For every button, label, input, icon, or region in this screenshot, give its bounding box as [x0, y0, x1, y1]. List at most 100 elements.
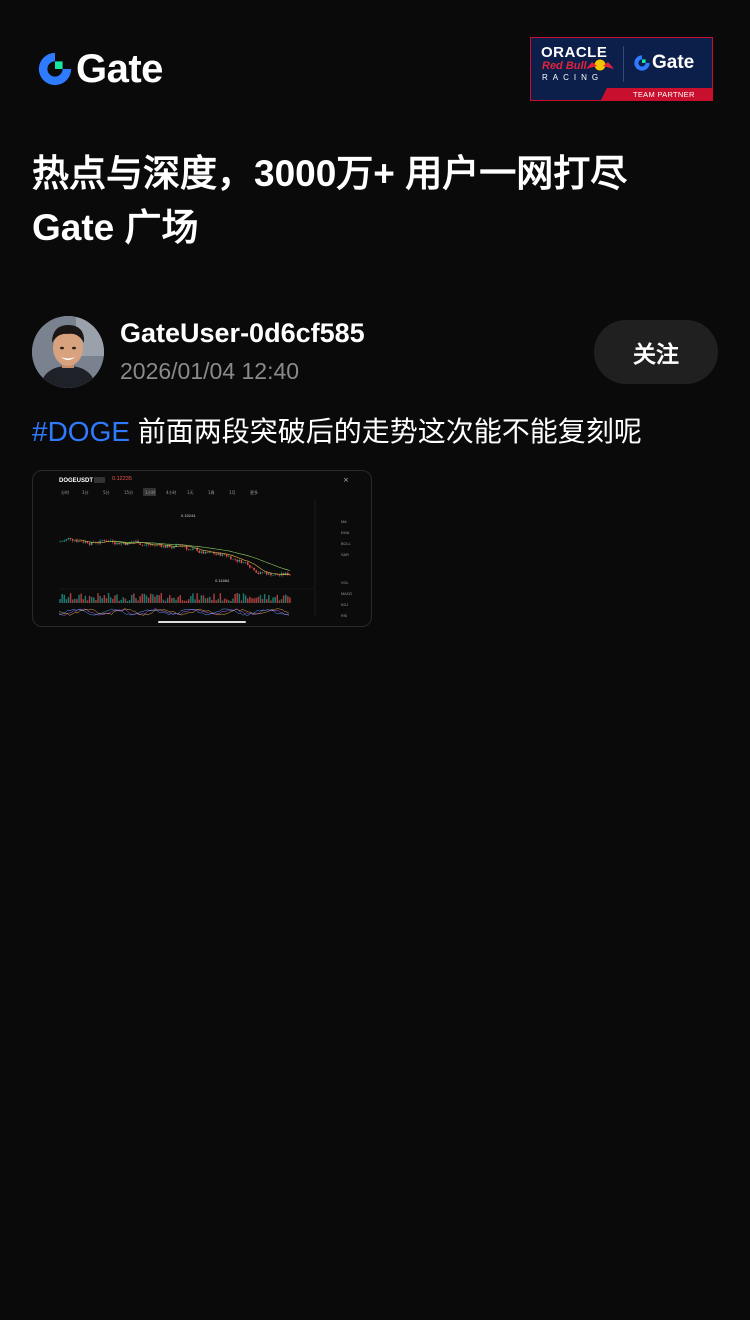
- candle-body: [74, 540, 76, 542]
- volume-bar: [244, 595, 247, 603]
- volume-bar: [135, 598, 137, 603]
- candle-body: [219, 553, 222, 556]
- volume-bar: [202, 595, 205, 603]
- interval-tab: 1月: [229, 490, 236, 495]
- volume-bar: [268, 595, 270, 603]
- post-image-chart[interactable]: DOGEUSDT 0.12235 × 0.15244 0.11884 分时 1分 5…: [32, 470, 372, 627]
- volume-bar: [145, 595, 148, 603]
- candle-body: [257, 572, 260, 574]
- volume-bar: [150, 593, 152, 603]
- post-author[interactable]: GateUser-0d6cf585: [120, 318, 365, 349]
- badge-line-2: Red Bull: [542, 60, 587, 72]
- volume-bar: [196, 593, 198, 603]
- page-title: 热点与深度，3000万+ 用户一网打尽 Gate 广场: [32, 147, 722, 255]
- volume-bar: [122, 597, 125, 603]
- candle-body: [249, 565, 251, 568]
- candle-body: [247, 562, 249, 566]
- chart-screenshot: DOGEUSDT 0.12235 × 0.15244 0.11884 分时 1分 5…: [58, 476, 352, 623]
- volume-bar: [76, 599, 78, 603]
- candle-body: [190, 549, 192, 551]
- volume-bar: [223, 598, 226, 603]
- volume-bar: [230, 600, 232, 603]
- candle-body: [122, 543, 125, 544]
- volume-bar: [253, 598, 255, 603]
- candle-body: [251, 567, 253, 569]
- candle-body: [268, 573, 270, 575]
- volume-bar: [240, 600, 243, 603]
- indicator-label: SAR: [341, 553, 349, 557]
- follow-button[interactable]: 关注: [594, 320, 718, 384]
- volume-bar: [105, 598, 108, 603]
- volume-bar: [278, 600, 281, 603]
- volume-bar: [173, 597, 175, 603]
- volume-bar: [93, 597, 95, 603]
- candle-body: [253, 567, 255, 571]
- post-body: 前面两段突破后的走势这次能不能复刻呢: [130, 416, 642, 447]
- candle-body: [215, 553, 217, 555]
- volume-bar: [272, 597, 274, 603]
- candle-body: [244, 562, 247, 563]
- hashtag-link[interactable]: #DOGE: [32, 416, 130, 447]
- volume-bar: [276, 594, 279, 603]
- brand-name: Gate: [76, 47, 163, 91]
- candle-body: [101, 540, 103, 541]
- candle-body: [289, 574, 291, 576]
- candle-body: [263, 572, 266, 573]
- volume-bar: [219, 593, 222, 603]
- badge-brand: Gate: [652, 52, 695, 73]
- candle-body: [221, 554, 224, 556]
- avatar[interactable]: [32, 316, 104, 388]
- candle-body: [187, 549, 190, 551]
- volume-bar: [217, 599, 219, 603]
- volume-bar: [90, 597, 93, 603]
- candle-body: [150, 544, 152, 546]
- page: Gate ORACLE Red Bull RACING Gate TEAM PA…: [0, 0, 750, 1320]
- candle-body: [261, 572, 264, 573]
- volume-bar: [261, 598, 264, 603]
- title-line-2: Gate 广场: [32, 207, 199, 248]
- candle-body: [236, 559, 238, 562]
- volume-bar: [181, 600, 184, 603]
- interval-tab: 1分: [82, 489, 89, 495]
- candle-body: [71, 539, 74, 541]
- volume-bar: [255, 597, 257, 603]
- interval-tab: 更多: [250, 489, 258, 495]
- candle-body: [109, 540, 112, 542]
- title-line-1: 热点与深度，3000万+ 用户一网打尽: [32, 153, 628, 194]
- indicator-label: MA: [341, 520, 347, 524]
- volume-bar: [228, 600, 230, 603]
- candle-body: [65, 539, 68, 541]
- candle-body: [206, 552, 209, 553]
- candle-body: [103, 540, 106, 542]
- team-partner-badge[interactable]: ORACLE Red Bull RACING Gate TEAM PARTNER: [530, 37, 713, 101]
- chart-tag: [94, 477, 105, 483]
- badge-tag: TEAM PARTNER: [633, 90, 695, 99]
- volume-bar: [131, 594, 133, 603]
- volume-bar: [84, 595, 87, 603]
- badge-line-3: RACING: [542, 73, 604, 82]
- chart-dynamic: 分时 1分 5分 15分 1小时 4小时 1天 1周 1月 更多 MA EMA BOLL SAR VOL MA…: [58, 488, 352, 618]
- candle-body: [69, 537, 72, 540]
- candle-body: [234, 558, 236, 560]
- volume-bar: [266, 599, 268, 603]
- volume-bar: [137, 600, 139, 603]
- volume-bar: [187, 599, 190, 603]
- volume-bar: [198, 599, 200, 603]
- candle-body: [61, 541, 63, 542]
- candle-body: [141, 544, 144, 546]
- volume-bar: [152, 594, 154, 603]
- volume-bar: [59, 599, 61, 603]
- candle-body: [80, 541, 82, 542]
- volume-bar: [65, 599, 68, 603]
- candle-body: [225, 554, 228, 557]
- candle-body: [238, 560, 241, 562]
- close-icon[interactable]: ×: [343, 476, 349, 484]
- indicator-label: MACD: [341, 592, 352, 596]
- volume-bar: [103, 595, 106, 603]
- gate-logo[interactable]: Gate: [36, 47, 163, 91]
- candle-body: [118, 543, 120, 545]
- candle-body: [76, 540, 78, 542]
- candle-body: [266, 572, 268, 575]
- volume-bar: [192, 593, 194, 603]
- volume-bar: [211, 599, 213, 603]
